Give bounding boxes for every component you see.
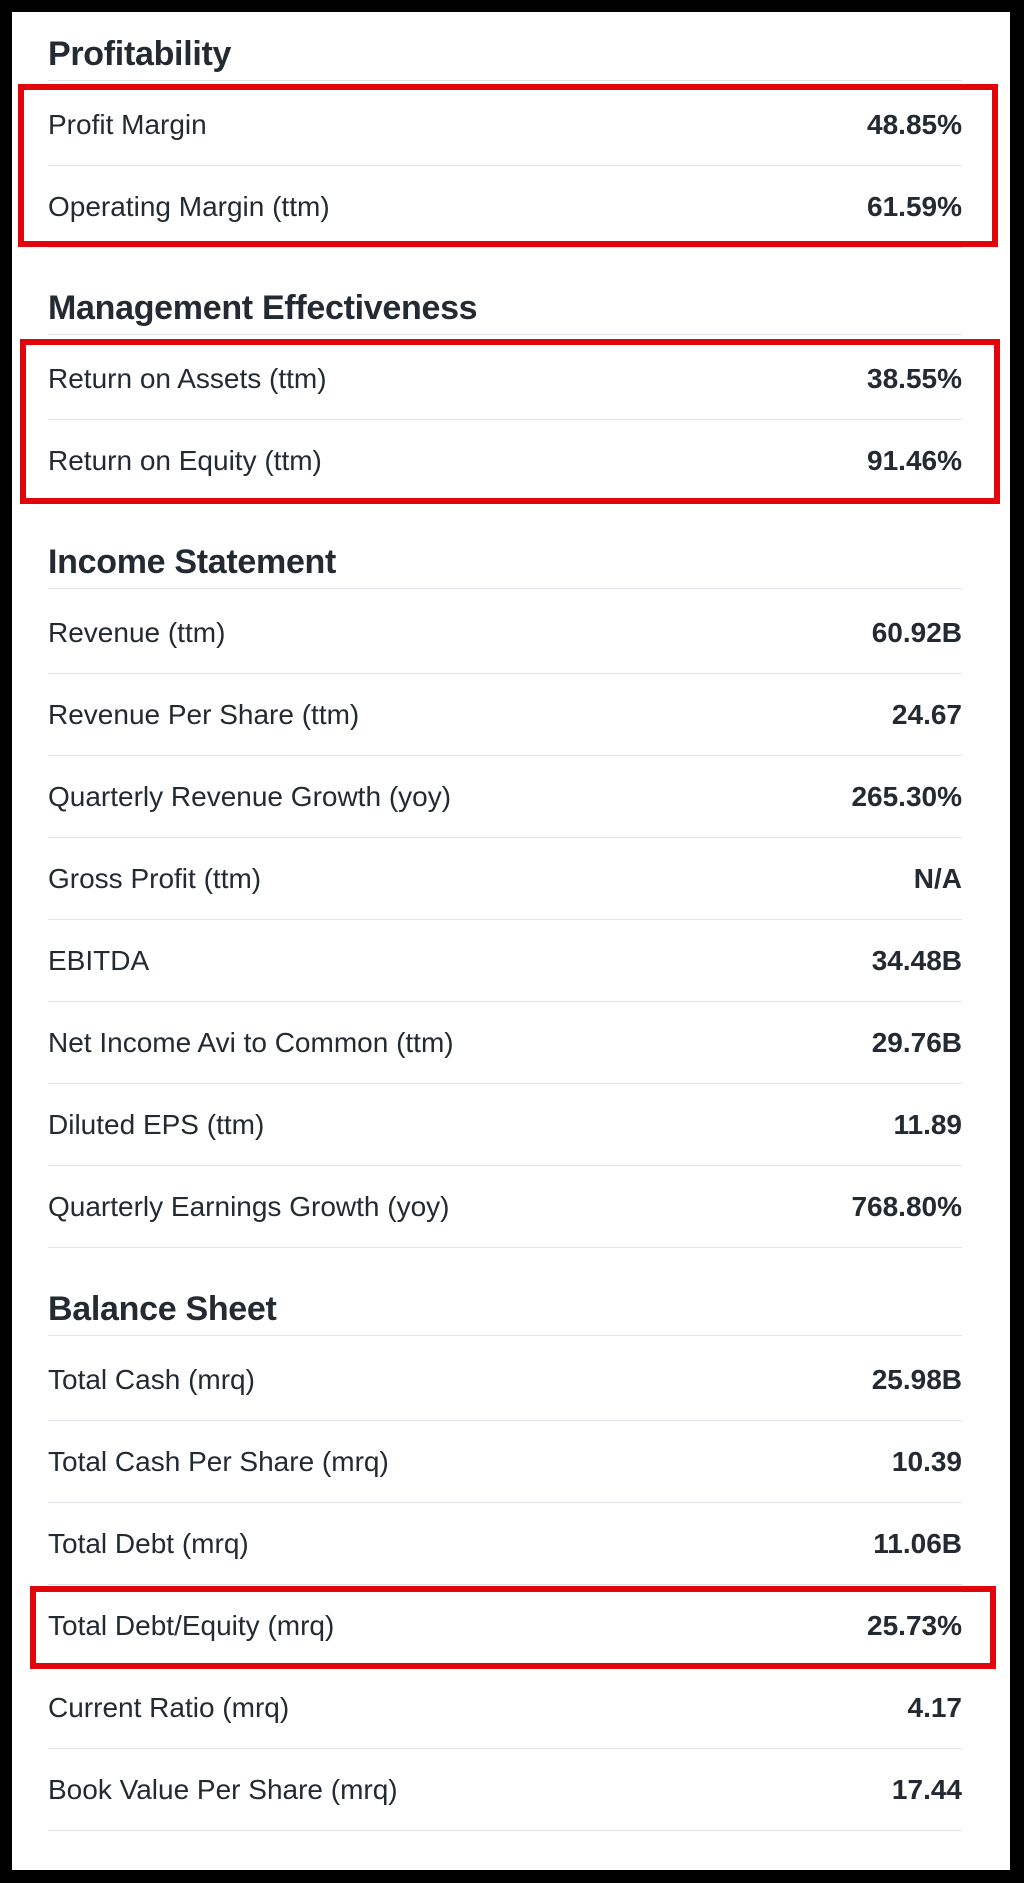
row-gross-profit: Gross Profit (ttm) N/A	[48, 838, 962, 920]
row-label: Quarterly Revenue Growth (yoy)	[48, 780, 452, 812]
row-total-debt-equity: Total Debt/Equity (mrq) 25.73%	[48, 1585, 962, 1667]
row-return-on-equity: Return on Equity (ttm) 91.46%	[48, 420, 962, 502]
row-label: Revenue (ttm)	[48, 616, 226, 648]
row-value: 34.48B	[871, 944, 962, 976]
row-label: Revenue Per Share (ttm)	[48, 698, 360, 730]
row-label: Book Value Per Share (mrq)	[48, 1773, 398, 1805]
row-value: 48.85%	[867, 108, 962, 140]
section-title-balance-sheet: Balance Sheet	[48, 1289, 962, 1336]
row-quarterly-revenue-growth: Quarterly Revenue Growth (yoy) 265.30%	[48, 756, 962, 838]
row-profit-margin: Profit Margin 48.85%	[48, 84, 962, 166]
row-net-income: Net Income Avi to Common (ttm) 29.76B	[48, 1002, 962, 1084]
row-label: Total Debt/Equity (mrq)	[48, 1609, 335, 1641]
row-label: Current Ratio (mrq)	[48, 1691, 290, 1723]
row-value: 10.39	[891, 1445, 962, 1477]
row-value: 265.30%	[851, 780, 962, 812]
row-revenue: Revenue (ttm) 60.92B	[48, 592, 962, 674]
row-label: Gross Profit (ttm)	[48, 862, 262, 894]
row-value: 11.89	[893, 1108, 962, 1140]
row-value: 29.76B	[871, 1026, 962, 1058]
section-title-management-effectiveness: Management Effectiveness	[48, 288, 962, 335]
row-value: 61.59%	[867, 190, 962, 222]
row-total-cash: Total Cash (mrq) 25.98B	[48, 1339, 962, 1421]
row-return-on-assets: Return on Assets (ttm) 38.55%	[48, 338, 962, 420]
row-total-debt: Total Debt (mrq) 11.06B	[48, 1503, 962, 1585]
row-label: Total Debt (mrq)	[48, 1527, 249, 1559]
statistics-panel: Profitability Profit Margin 48.85% Opera…	[12, 12, 1010, 1870]
row-quarterly-earnings-growth: Quarterly Earnings Growth (yoy) 768.80%	[48, 1166, 962, 1248]
row-value: 91.46%	[867, 444, 962, 476]
row-diluted-eps: Diluted EPS (ttm) 11.89	[48, 1084, 962, 1166]
row-value: 4.17	[907, 1691, 963, 1723]
row-book-value-per-share: Book Value Per Share (mrq) 17.44	[48, 1749, 962, 1831]
row-ebitda: EBITDA 34.48B	[48, 920, 962, 1002]
row-value: 38.55%	[867, 362, 962, 394]
row-revenue-per-share: Revenue Per Share (ttm) 24.67	[48, 674, 962, 756]
row-value: 25.98B	[871, 1363, 962, 1395]
section-title-income-statement: Income Statement	[48, 542, 962, 589]
row-label: Profit Margin	[48, 108, 207, 140]
row-label: Return on Equity (ttm)	[48, 444, 322, 476]
row-label: Quarterly Earnings Growth (yoy)	[48, 1190, 450, 1222]
row-label: Total Cash (mrq)	[48, 1363, 255, 1395]
row-label: EBITDA	[48, 944, 150, 976]
row-label: Net Income Avi to Common (ttm)	[48, 1026, 454, 1058]
row-value: 17.44	[891, 1773, 962, 1805]
row-value: N/A	[913, 862, 962, 894]
row-label: Return on Assets (ttm)	[48, 362, 327, 394]
row-label: Total Cash Per Share (mrq)	[48, 1445, 389, 1477]
row-label: Diluted EPS (ttm)	[48, 1108, 265, 1140]
row-total-cash-per-share: Total Cash Per Share (mrq) 10.39	[48, 1421, 962, 1503]
row-operating-margin: Operating Margin (ttm) 61.59%	[48, 166, 962, 248]
row-label: Operating Margin (ttm)	[48, 190, 330, 222]
row-value: 60.92B	[871, 616, 962, 648]
row-value: 11.06B	[873, 1527, 962, 1559]
row-value: 24.67	[891, 698, 962, 730]
row-value: 768.80%	[851, 1190, 962, 1222]
row-value: 25.73%	[867, 1609, 962, 1641]
section-title-profitability: Profitability	[48, 34, 962, 81]
row-current-ratio: Current Ratio (mrq) 4.17	[48, 1667, 962, 1749]
